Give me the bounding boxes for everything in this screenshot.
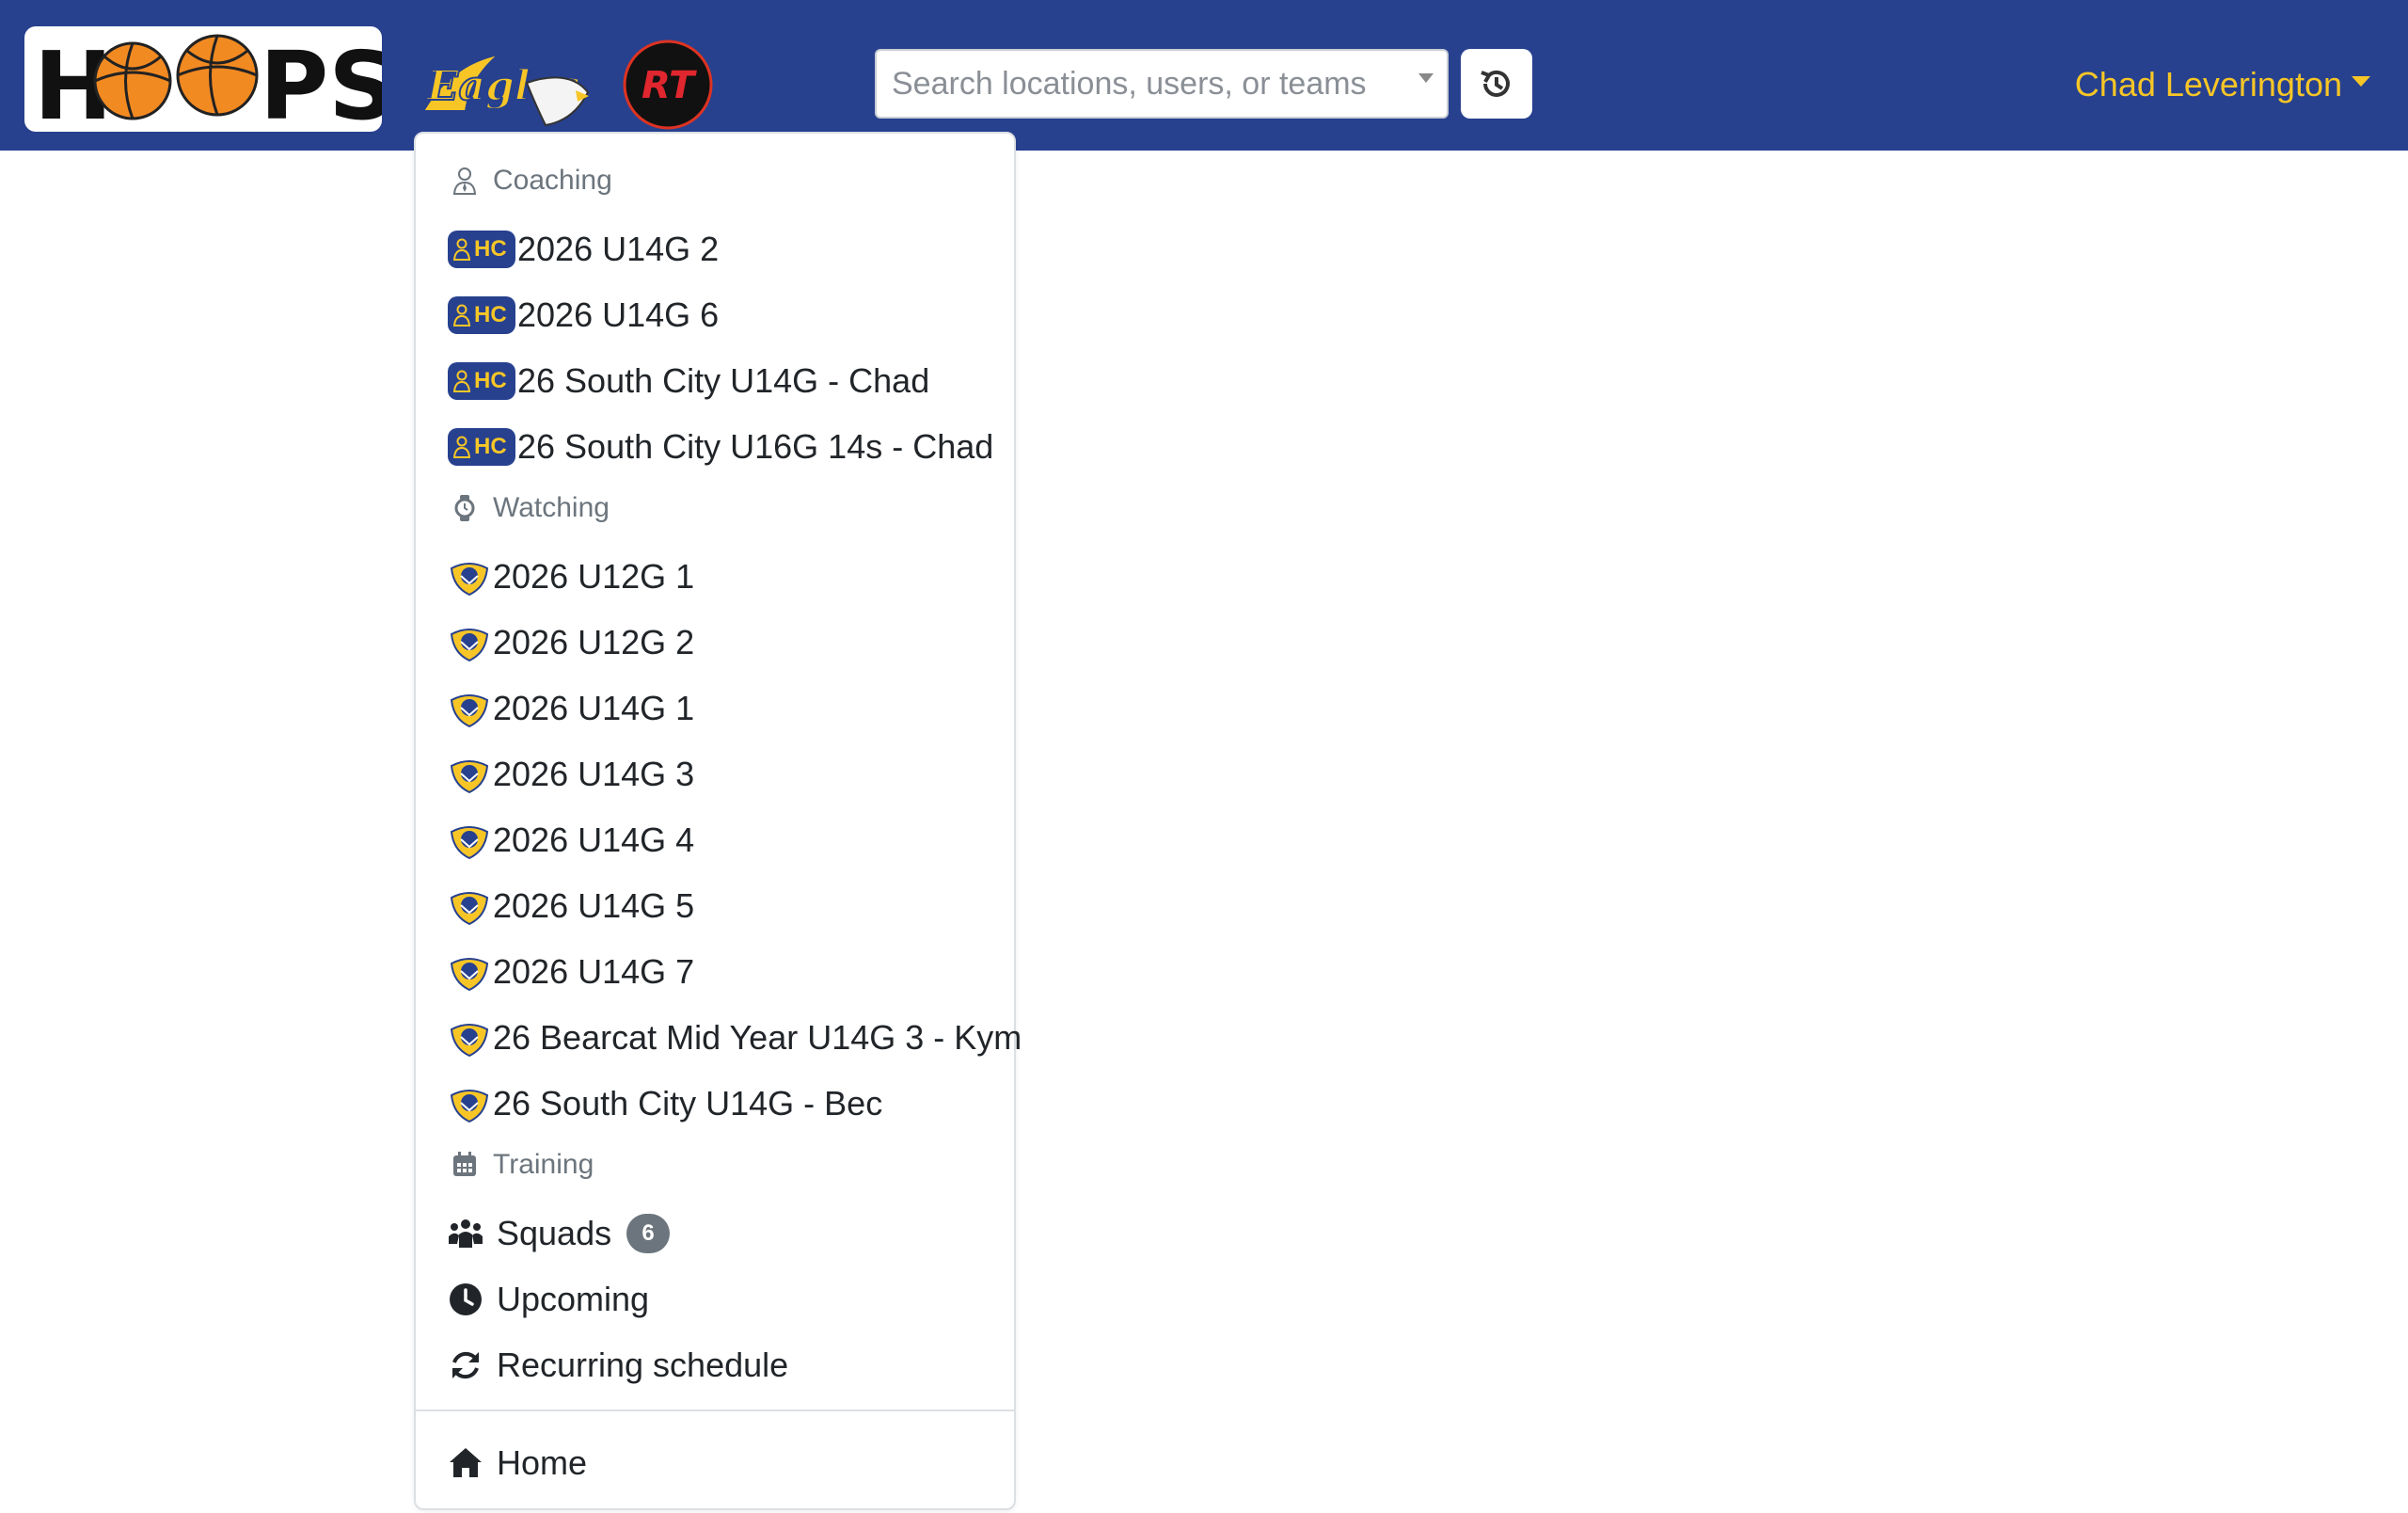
chevron-down-icon	[2352, 75, 2370, 87]
team-name: 2026 U14G 2	[517, 230, 720, 268]
svg-text:PS: PS	[260, 31, 382, 132]
watch-icon	[454, 495, 475, 521]
training-recurring-item[interactable]: Recurring schedule	[448, 1340, 788, 1391]
sync-icon	[452, 1351, 479, 1379]
hoops-logo[interactable]: H PS	[24, 26, 382, 132]
users-icon	[449, 1219, 483, 1248]
team-name: 2026 U14G 3	[493, 755, 695, 793]
recurring-label: Recurring schedule	[497, 1346, 789, 1384]
section-header-watching: Watching	[450, 487, 610, 529]
team-name: 2026 U14G 1	[493, 689, 695, 727]
watching-team-item[interactable]: 2026 U14G 7	[448, 947, 694, 997]
watching-team-item[interactable]: 2026 U14G 5	[448, 881, 694, 932]
watching-team-item[interactable]: 26 Bearcat Mid Year U14G 3 - Kym	[448, 1012, 1022, 1063]
team-name: 2026 U14G 4	[493, 820, 695, 859]
team-name: 2026 U14G 5	[493, 886, 695, 925]
teams-dropdown-menu: Coaching HC 2026 U14G 2 HC 2026 U14G 6 H…	[414, 132, 1022, 1510]
user-tie-icon	[452, 436, 471, 458]
rt-brand-logo[interactable]: RT	[623, 40, 713, 130]
eagles-crest-icon	[450, 563, 489, 597]
eagles-crest-icon	[450, 1024, 489, 1058]
coaching-team-item[interactable]: HC 2026 U14G 6	[448, 290, 719, 341]
user-tie-icon	[452, 238, 471, 261]
training-squads-item[interactable]: Squads 6	[448, 1208, 671, 1259]
squads-label: Squads	[497, 1214, 612, 1252]
coaching-team-item[interactable]: HC 2026 U14G 2	[448, 224, 719, 275]
top-navbar: H PS Eagles RT Search locations, users, …	[0, 0, 2408, 151]
watching-team-item[interactable]: 2026 U14G 4	[448, 815, 694, 866]
search-placeholder: Search locations, users, or teams	[892, 66, 1367, 102]
team-name: 26 Bearcat Mid Year U14G 3 - Kym	[493, 1018, 1022, 1057]
eagles-crest-icon	[450, 629, 489, 662]
section-title: Training	[493, 1149, 594, 1180]
user-menu-toggle[interactable]: Chad Leverington	[2075, 58, 2370, 111]
team-name: 26 South City U14G - Chad	[517, 361, 930, 400]
clock-icon	[450, 1283, 482, 1315]
upcoming-label: Upcoming	[497, 1280, 650, 1318]
watching-team-item[interactable]: 26 South City U14G - Bec	[448, 1078, 882, 1129]
team-name: 26 South City U14G - Bec	[493, 1084, 883, 1123]
eagles-crest-icon	[450, 1090, 489, 1123]
watching-team-item[interactable]: 2026 U14G 3	[448, 749, 694, 800]
user-tie-icon	[452, 370, 471, 392]
eagles-crest-icon	[450, 694, 489, 728]
section-title: Watching	[493, 492, 610, 523]
eagles-club-logo[interactable]: Eagles	[414, 36, 593, 134]
team-name: 2026 U14G 7	[493, 952, 695, 991]
head-coach-badge: HC	[448, 428, 515, 466]
watching-team-item[interactable]: 2026 U14G 1	[448, 683, 694, 734]
eagles-crest-icon	[450, 760, 489, 794]
section-title: Coaching	[493, 165, 612, 196]
section-header-training: Training	[450, 1144, 594, 1186]
history-icon	[1481, 70, 1510, 97]
coaching-team-item[interactable]: HC 26 South City U14G - Chad	[448, 356, 929, 406]
eagles-crest-icon	[450, 892, 489, 926]
home-item[interactable]: Home	[448, 1438, 587, 1489]
user-name: Chad Leverington	[2074, 65, 2342, 104]
calendar-icon	[453, 1152, 476, 1176]
head-coach-badge: HC	[448, 362, 515, 400]
head-coach-badge: HC	[448, 231, 515, 268]
home-label: Home	[497, 1443, 588, 1482]
team-name: 2026 U12G 2	[493, 623, 695, 661]
section-header-coaching: Coaching	[450, 160, 612, 201]
head-coach-badge: HC	[448, 296, 515, 334]
user-tie-icon	[452, 304, 471, 326]
home-icon	[450, 1448, 482, 1477]
watching-team-item[interactable]: 2026 U12G 2	[448, 617, 694, 668]
history-button[interactable]	[1461, 49, 1532, 119]
search-input[interactable]: Search locations, users, or teams	[875, 49, 1449, 119]
menu-divider	[416, 1409, 1014, 1411]
watching-team-item[interactable]: 2026 U12G 1	[448, 551, 694, 602]
user-tie-icon	[452, 167, 477, 195]
team-name: 2026 U14G 6	[517, 295, 720, 334]
squads-count-badge: 6	[626, 1214, 671, 1253]
coaching-team-item[interactable]: HC 26 South City U16G 14s - Chad	[448, 422, 993, 472]
eagles-crest-icon	[450, 958, 489, 992]
training-upcoming-item[interactable]: Upcoming	[448, 1274, 649, 1325]
team-name: 26 South City U16G 14s - Chad	[517, 427, 994, 466]
team-name: 2026 U12G 1	[493, 557, 695, 596]
eagles-crest-icon	[450, 826, 489, 860]
svg-text:RT: RT	[642, 64, 697, 107]
hoops-logo-art: H PS	[34, 31, 382, 132]
chevron-down-icon[interactable]	[1418, 73, 1434, 83]
